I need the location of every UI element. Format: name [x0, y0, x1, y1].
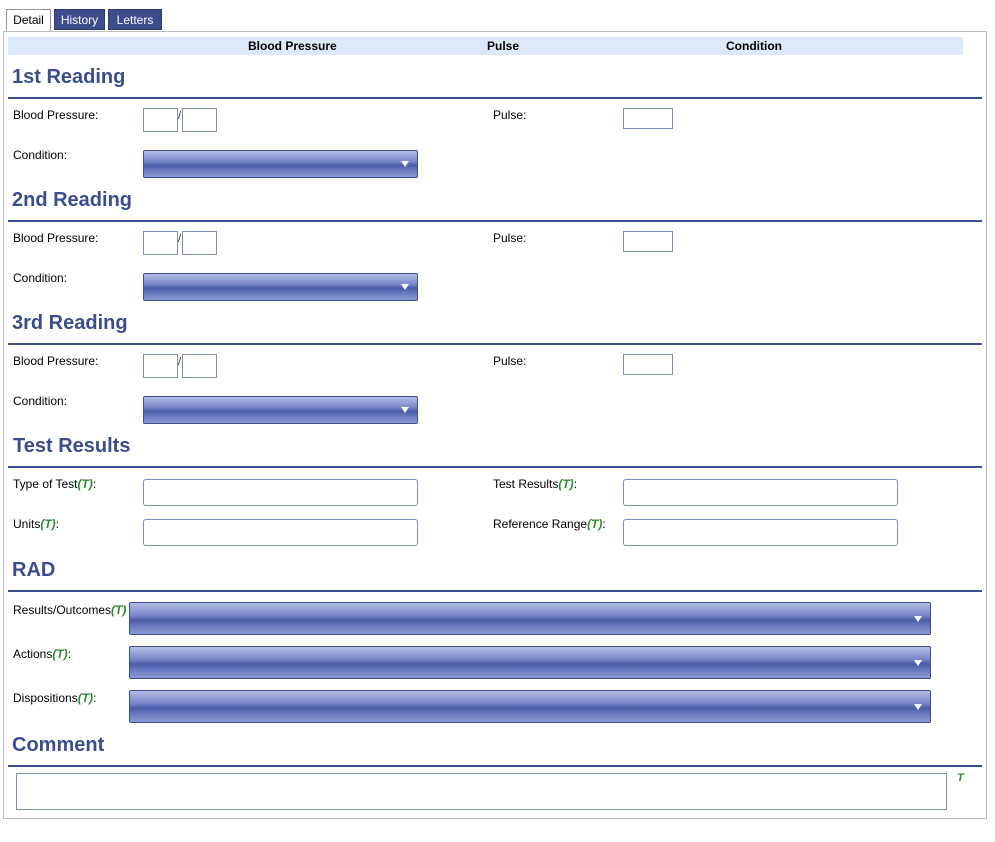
pulse-input-2[interactable] [623, 231, 673, 252]
bp-diastolic-input-1[interactable] [182, 108, 217, 132]
section-title-2nd-reading: 2nd Reading [12, 189, 133, 211]
template-marker: (T) [52, 647, 68, 661]
bp-separator-2: / [178, 233, 182, 245]
bp-separator-1: / [178, 110, 182, 122]
actions-dropdown[interactable] [129, 646, 931, 679]
condition-label-2: Condition: [13, 271, 68, 285]
condition-dropdown-2[interactable] [143, 273, 418, 301]
condition-dropdown-1[interactable] [143, 150, 418, 178]
bp-label-3: Blood Pressure: [13, 354, 99, 368]
test-results-label: Test Results(T): [493, 477, 578, 491]
condition-label-3: Condition: [13, 394, 68, 408]
comment-textarea[interactable] [16, 773, 947, 810]
section-divider [8, 590, 982, 592]
units-label: Units(T): [13, 517, 60, 531]
tab-letters[interactable]: Letters [108, 9, 162, 30]
results-outcomes-label: Results/Outcomes(T) [13, 603, 127, 617]
template-marker: (T) [77, 477, 93, 491]
tab-detail[interactable]: Detail [6, 9, 51, 32]
reference-range-label: Reference Range(T): [493, 517, 606, 531]
section-title-rad: RAD [12, 559, 56, 581]
pulse-input-1[interactable] [623, 108, 673, 129]
dispositions-dropdown[interactable] [129, 690, 931, 723]
bp-systolic-input-2[interactable] [143, 231, 178, 255]
chevron-down-icon [914, 615, 922, 622]
chevron-down-icon [401, 161, 409, 167]
chevron-down-icon [914, 703, 922, 710]
bp-systolic-input-1[interactable] [143, 108, 178, 132]
section-divider [8, 220, 982, 222]
pulse-label-2: Pulse: [493, 231, 527, 245]
section-title-1st-reading: 1st Reading [12, 66, 126, 88]
pulse-label-1: Pulse: [493, 108, 527, 122]
bp-label-1: Blood Pressure: [13, 108, 99, 122]
bp-systolic-input-3[interactable] [143, 354, 178, 378]
section-divider [8, 343, 982, 345]
header-pulse: Pulse [487, 39, 520, 53]
template-marker: (T) [558, 477, 574, 491]
pulse-label-3: Pulse: [493, 354, 527, 368]
template-marker: (T) [40, 517, 56, 531]
chevron-down-icon [914, 659, 922, 666]
test-results-input[interactable] [623, 479, 898, 506]
comment-template-button[interactable]: T [957, 772, 964, 784]
section-divider [8, 97, 982, 99]
section-title-comment: Comment [12, 734, 105, 756]
reference-range-input[interactable] [623, 519, 898, 546]
bp-separator-3: / [178, 356, 182, 368]
section-divider [8, 466, 982, 468]
chevron-down-icon [401, 284, 409, 290]
section-title-3rd-reading: 3rd Reading [12, 312, 128, 334]
template-marker: (T) [111, 603, 127, 617]
units-input[interactable] [143, 519, 418, 546]
template-marker: (T) [587, 517, 603, 531]
template-marker: (T) [77, 691, 94, 705]
header-condition: Condition [726, 39, 782, 53]
condition-dropdown-3[interactable] [143, 396, 418, 424]
results-outcomes-dropdown[interactable] [129, 602, 931, 635]
tab-history[interactable]: History [54, 9, 105, 30]
section-title-test-results: Test Results [13, 435, 131, 457]
chevron-down-icon [401, 407, 409, 413]
dispositions-label: Dispositions(T): [13, 691, 97, 705]
type-of-test-input[interactable] [143, 479, 418, 506]
actions-label: Actions(T): [13, 647, 72, 661]
type-of-test-label: Type of Test(T): [13, 477, 97, 491]
header-blood-pressure: Blood Pressure [248, 39, 337, 53]
bp-diastolic-input-3[interactable] [182, 354, 217, 378]
condition-label-1: Condition: [13, 148, 68, 162]
summary-header-bar: Blood Pressure Pulse Condition [8, 37, 963, 55]
bp-diastolic-input-2[interactable] [182, 231, 217, 255]
pulse-input-3[interactable] [623, 354, 673, 375]
section-divider [8, 765, 982, 767]
bp-label-2: Blood Pressure: [13, 231, 99, 245]
